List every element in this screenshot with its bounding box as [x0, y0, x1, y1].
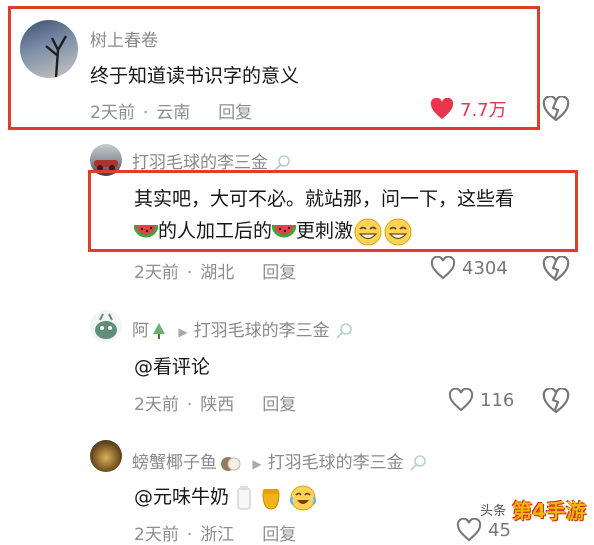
comment-time: 2天前 [134, 395, 179, 415]
comment-meta: 2天前 · 湖北 回复 [134, 263, 297, 283]
watermark: 头条 第4手游 [480, 495, 586, 524]
honey-emoji [262, 488, 280, 510]
avatar[interactable] [90, 310, 122, 342]
username-text: 螃蟹椰子鱼 [132, 453, 217, 473]
comment-mention[interactable]: @元味牛奶 [134, 486, 229, 508]
comment-text: @元味牛奶 [134, 482, 317, 511]
watermelon-emoji [272, 224, 297, 237]
comment-time: 2天前 [134, 525, 179, 545]
watermelon-emoji [134, 224, 158, 237]
watermark-brand: 第4手游 [512, 499, 586, 523]
tree-icon [153, 323, 165, 339]
reply-to-name[interactable]: 打羽毛球的李三金 [194, 321, 330, 341]
reply-button[interactable]: 回复 [262, 263, 296, 283]
comment-username[interactable]: 阿 ▶ 打羽毛球的李三金 [132, 316, 353, 341]
comment-text-part-a: 的人加工后的 [158, 220, 273, 242]
comment-time: 2天前 [90, 103, 135, 123]
comment-location: 浙江 [200, 525, 235, 545]
badminton-icon [336, 323, 352, 339]
comment-meta: 2天前 · 云南 回复 [90, 103, 253, 123]
comment-text: 终于知道读书识字的意义 [90, 65, 300, 87]
comment-username[interactable]: 螃蟹椰子鱼 ▶ 打羽毛球的李三金 [132, 448, 427, 473]
like-button[interactable]: 4304 [430, 256, 508, 280]
dislike-heart-icon[interactable] [542, 256, 570, 282]
comment-meta: 2天前 · 浙江 回复 [134, 525, 297, 545]
reply-to-name[interactable]: 打羽毛球的李三金 [268, 453, 404, 473]
comment-location: 湖北 [200, 263, 235, 283]
comment-location: 陕西 [200, 395, 235, 415]
comment-text-line-1: 其实吧，大可不必。就站那，问一下，这些看 [134, 188, 515, 210]
comment-text-line-2: 的人加工后的 更刺激 [134, 216, 413, 246]
heart-icon [448, 388, 474, 412]
comment-text-part-b: 更刺激 [296, 220, 354, 242]
like-button[interactable]: 7.7万 [430, 96, 507, 122]
username-text: 阿 [132, 321, 149, 341]
reply-arrow-icon: ▶ [178, 325, 188, 339]
comment-text: @看评论 [134, 356, 211, 378]
reply-button[interactable]: 回复 [262, 395, 296, 415]
comment-username[interactable]: 树上春卷 [90, 26, 158, 51]
comment-time: 2天前 [134, 263, 179, 283]
like-button[interactable]: 116 [448, 388, 514, 412]
reply-button[interactable]: 回复 [262, 525, 296, 545]
reply-button[interactable]: 回复 [218, 103, 252, 123]
heart-icon [430, 256, 456, 280]
like-count: 7.7万 [460, 100, 507, 121]
heart-icon [430, 98, 454, 119]
coconut-icon [221, 457, 241, 471]
grin-emoji [354, 218, 382, 245]
grin-emoji [384, 218, 412, 245]
reply-arrow-icon: ▶ [252, 457, 262, 471]
heart-icon [456, 518, 482, 542]
like-count: 4304 [462, 257, 508, 279]
like-count: 116 [480, 389, 515, 411]
badminton-icon [410, 455, 426, 471]
watermark-source: 头条 [480, 504, 507, 519]
avatar[interactable] [20, 20, 78, 78]
dislike-heart-icon[interactable] [542, 388, 570, 414]
laugh-cry-emoji [290, 485, 317, 510]
comment-location: 云南 [156, 103, 191, 123]
dislike-heart-icon[interactable] [542, 96, 570, 122]
avatar[interactable] [90, 440, 122, 472]
comment-meta: 2天前 · 陕西 回复 [134, 395, 297, 415]
milk-emoji [237, 485, 251, 510]
